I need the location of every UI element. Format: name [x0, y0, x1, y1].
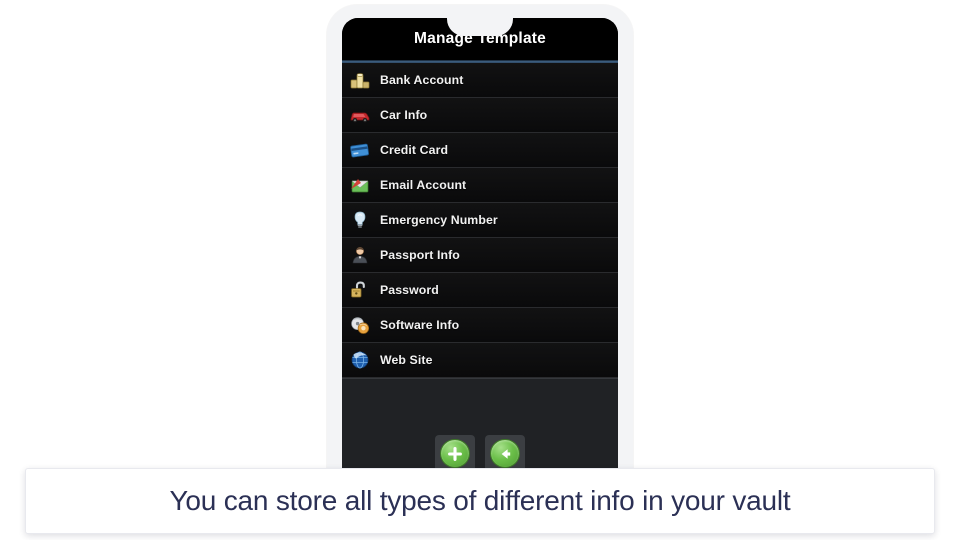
list-item-label: Web Site	[380, 353, 433, 367]
disc-icon	[349, 314, 371, 336]
list-item-emergency-number[interactable]: Emergency Number	[342, 203, 618, 238]
list-item-passport-info[interactable]: Passport Info	[342, 238, 618, 273]
list-item-label: Credit Card	[380, 143, 449, 157]
money-stacks-icon	[349, 69, 371, 91]
list-item-label: Emergency Number	[380, 213, 498, 227]
caption-text: You can store all types of different inf…	[169, 485, 791, 516]
left-arrow-circle-icon	[490, 439, 520, 468]
list-item-software-info[interactable]: Software Info	[342, 308, 618, 343]
phone-frame: Manage Template Bank Account Car Info Cr…	[327, 5, 633, 475]
list-item-email-account[interactable]: Email Account	[342, 168, 618, 203]
template-list: Bank Account Car Info Credit Card Email …	[342, 63, 618, 378]
list-item-label: Email Account	[380, 178, 467, 192]
caption-bar: You can store all types of different inf…	[25, 468, 935, 534]
person-icon	[349, 244, 371, 266]
bottom-action-panel: Add Back	[342, 378, 618, 475]
globe-browser-icon	[349, 349, 371, 371]
list-item-credit-card[interactable]: Credit Card	[342, 133, 618, 168]
list-item-bank-account[interactable]: Bank Account	[342, 63, 618, 98]
car-icon	[349, 104, 371, 126]
plus-circle-icon	[440, 439, 470, 468]
list-item-label: Passport Info	[380, 248, 460, 262]
phone-screen: Manage Template Bank Account Car Info Cr…	[342, 18, 618, 475]
phone-notch	[447, 17, 513, 36]
envelope-icon	[349, 174, 371, 196]
list-item-label: Software Info	[380, 318, 460, 332]
list-item-password[interactable]: Password	[342, 273, 618, 308]
open-padlock-icon	[349, 279, 371, 301]
list-item-label: Bank Account	[380, 73, 464, 87]
lightbulb-icon	[349, 209, 371, 231]
list-item-label: Password	[380, 283, 439, 297]
list-item-label: Car Info	[380, 108, 428, 122]
credit-card-icon	[349, 139, 371, 161]
list-item-car-info[interactable]: Car Info	[342, 98, 618, 133]
list-item-web-site[interactable]: Web Site	[342, 343, 618, 378]
